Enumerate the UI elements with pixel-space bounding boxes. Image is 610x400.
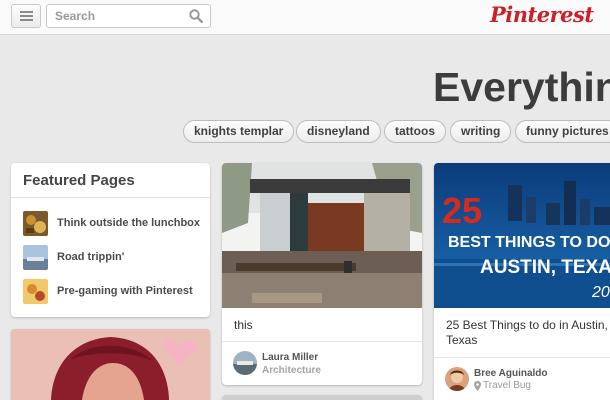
category-chip-tattoos[interactable]: tattoos (384, 120, 446, 143)
image-caption-line1: BEST THINGS TO DO IN (448, 234, 610, 251)
featured-item-label: Pre-gaming with Pinterest (57, 285, 193, 297)
pin-board-name[interactable]: Architecture (262, 365, 321, 376)
pinterest-logo[interactable]: Pinterest (490, 2, 594, 27)
pin-user-name[interactable]: Bree Aguinaldo (474, 368, 548, 379)
page-headline: Everythin (433, 64, 610, 110)
pin-user-name[interactable]: Laura Miller (262, 352, 318, 363)
featured-pages-card: Featured Pages Think outside the lunchbo… (11, 163, 210, 317)
pin-image (222, 163, 422, 308)
category-chip-funny-pictures[interactable]: funny pictures (515, 120, 610, 143)
pin-card-partial[interactable] (222, 395, 422, 400)
image-number: 25 (442, 190, 482, 231)
image-caption-line2: AUSTIN, TEXAS (480, 257, 610, 278)
featured-item-lunchbox[interactable]: Think outside the lunchbox (23, 211, 208, 237)
pin-card-austin[interactable]: 25 BEST THINGS TO DO IN AUSTIN, TEXAS 20… (434, 163, 610, 400)
featured-thumbnail (23, 279, 48, 304)
heart-icon (163, 339, 197, 364)
hamburger-menu-button[interactable] (11, 4, 41, 28)
search-input[interactable] (47, 5, 177, 27)
pin-description: this (234, 318, 253, 332)
avatar[interactable] (233, 351, 257, 375)
featured-item-label: Road trippin' (57, 251, 125, 263)
featured-thumbnail (23, 211, 48, 236)
featured-thumbnail (23, 245, 48, 270)
search-icon[interactable] (189, 9, 203, 23)
location-pin-icon (474, 381, 481, 391)
featured-pages-title: Featured Pages (11, 163, 210, 198)
top-bar: Pinterest (0, 0, 610, 35)
featured-item-pregaming[interactable]: Pre-gaming with Pinterest (23, 279, 208, 305)
category-chip-knights-templar[interactable]: knights templar (183, 120, 295, 143)
pin-divider (222, 341, 422, 342)
category-chip-disneyland[interactable]: disneyland (296, 120, 381, 143)
featured-item-label: Think outside the lunchbox (57, 217, 200, 229)
pin-card-photo[interactable] (11, 329, 210, 400)
category-chip-writing[interactable]: writing (450, 120, 512, 143)
search-box (46, 4, 211, 28)
pin-board-name[interactable]: Travel Bug (483, 380, 531, 391)
featured-item-road-trip[interactable]: Road trippin' (23, 245, 208, 271)
image-caption-year: 20 (591, 284, 610, 301)
pin-divider (434, 357, 610, 358)
pin-image: 25 BEST THINGS TO DO IN AUSTIN, TEXAS 20 (434, 163, 610, 308)
pin-card-house[interactable]: this Laura Miller Architecture (222, 163, 422, 385)
pin-description: 25 Best Things to do in Austin, Texas (446, 318, 608, 347)
avatar[interactable] (445, 367, 469, 391)
